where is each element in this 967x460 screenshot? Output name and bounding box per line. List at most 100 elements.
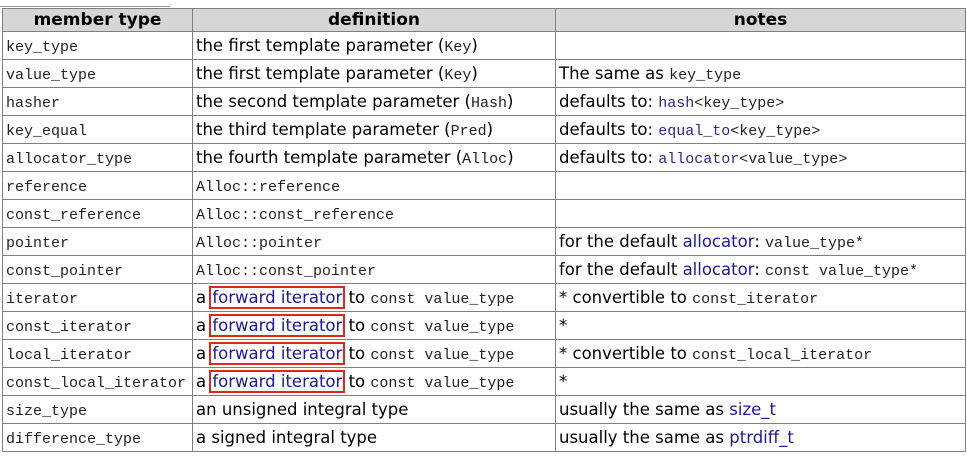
column-header-definition: definition	[192, 8, 556, 32]
cell-definition: Alloc::const_pointer	[192, 255, 556, 284]
member-type-name: size_type	[6, 402, 88, 420]
highlighted-link[interactable]: forward iterator	[209, 285, 346, 309]
cell-text: * convertible to	[559, 343, 693, 363]
cell-definition: the third template parameter (Pred)	[192, 115, 556, 144]
member-types-table: member type definition notes key_typethe…	[2, 8, 966, 452]
table-row: const_local_iterator a forward iterator t…	[2, 367, 966, 396]
table-row: size_type an unsigned integral type usuall…	[2, 395, 966, 424]
cell-text: )	[471, 35, 478, 55]
member-types-table-wrapper: member type definition notes key_typethe…	[2, 8, 966, 452]
cell-definition: Alloc::pointer	[192, 227, 556, 256]
code-text: Key	[444, 66, 472, 84]
member-type-name: const_pointer	[6, 262, 124, 280]
cell-notes: The same as key_type	[555, 59, 966, 88]
table-row: reference Alloc::reference	[2, 171, 966, 200]
doc-link[interactable]: allocator	[683, 232, 755, 251]
table-row: const_reference Alloc::const_reference	[2, 199, 966, 228]
cell-text: *	[559, 316, 568, 335]
cell-definition: a forward iterator to const value_type	[192, 367, 556, 396]
cell-definition: Alloc::reference	[192, 171, 556, 200]
member-type-name: difference_type	[6, 430, 142, 448]
cell-text: )	[471, 63, 478, 83]
member-type-name: hasher	[6, 94, 61, 112]
cell-text: to	[343, 371, 371, 391]
member-type-name: local_iterator	[6, 346, 133, 364]
member-type-name: value_type	[6, 66, 97, 84]
cell-text: a	[196, 287, 212, 307]
table-row: hasher the second template parameter (Has…	[2, 87, 966, 116]
cell-text: usually the same as	[559, 400, 730, 419]
member-type-name: pointer	[6, 234, 70, 252]
member-type-name: key_type	[6, 38, 79, 56]
cell-definition: a forward iterator to const value_type	[192, 339, 556, 368]
code-text: <key_type>	[730, 122, 821, 140]
table-row: key_equal the third template parameter (P…	[2, 115, 966, 144]
code-text: <value_type>	[739, 150, 848, 168]
highlighted-link[interactable]: forward iterator	[209, 341, 346, 365]
cell-text: a signed integral type	[196, 428, 378, 447]
code-text: const value_type	[370, 374, 515, 392]
code-text: Alloc::const_reference	[196, 206, 395, 224]
cell-member-type: const_local_iterator	[2, 367, 193, 396]
member-type-name: const_iterator	[6, 318, 133, 336]
cell-notes: *	[555, 311, 966, 340]
column-header-notes: notes	[555, 8, 966, 32]
doc-link[interactable]: ptrdiff_t	[729, 428, 794, 447]
cell-notes	[555, 171, 966, 200]
table-row: const_pointer Alloc::const_pointer for the…	[2, 255, 966, 284]
code-text: Key	[444, 38, 472, 56]
cell-text: the third template parameter (	[196, 119, 451, 139]
cell-notes: for the default allocator: const value_t…	[555, 255, 966, 284]
highlighted-link[interactable]: forward iterator	[209, 313, 346, 337]
cell-notes: *	[555, 367, 966, 396]
cell-notes: defaults to: equal_to<key_type>	[555, 115, 966, 144]
table-body: key_type the first template parameter (Ke…	[2, 31, 966, 452]
member-type-name: allocator_type	[6, 150, 133, 168]
cell-member-type: hasher	[2, 87, 193, 116]
doc-link[interactable]: equal_to	[658, 123, 730, 140]
code-text: key_type	[669, 66, 742, 84]
cell-definition: the second template parameter (Hash)	[192, 87, 556, 116]
cell-text: to	[343, 343, 371, 363]
cell-definition: a forward iterator to const value_type	[192, 311, 556, 340]
code-text: Alloc::pointer	[196, 234, 323, 252]
table-row: const_iterator a forward iterator to cons…	[2, 311, 966, 340]
doc-link[interactable]: allocator	[683, 260, 755, 279]
cell-text: to	[343, 315, 371, 335]
cell-member-type: reference	[2, 171, 193, 200]
cell-text: usually the same as	[559, 428, 730, 447]
code-text: const value_type*	[765, 262, 919, 280]
cell-text: an unsigned integral type	[196, 400, 409, 419]
highlighted-link[interactable]: forward iterator	[209, 369, 346, 393]
cell-notes: for the default allocator: value_type*	[555, 227, 966, 256]
code-text: value_type*	[765, 234, 865, 252]
cell-member-type: const_iterator	[2, 311, 193, 340]
code-text: Alloc::reference	[196, 178, 341, 196]
cell-member-type: difference_type	[2, 423, 193, 452]
cell-member-type: pointer	[2, 227, 193, 256]
cell-member-type: local_iterator	[2, 339, 193, 368]
cell-member-type: size_type	[2, 395, 193, 424]
doc-link[interactable]: size_t	[729, 400, 776, 419]
column-header-member-type: member type	[2, 8, 193, 32]
code-text: const value_type	[370, 318, 515, 336]
cell-text: the first template parameter (	[196, 63, 445, 83]
cell-text: defaults to:	[559, 119, 659, 139]
cell-text: * convertible to	[559, 287, 693, 307]
cell-text: )	[506, 91, 514, 111]
doc-link[interactable]: hash	[658, 95, 694, 112]
cell-text: :	[754, 259, 765, 279]
cell-text: a	[196, 343, 212, 363]
table-row: value_type the first template parameter (…	[2, 59, 966, 88]
doc-link[interactable]: allocator	[658, 151, 739, 168]
code-text: const value_type	[370, 290, 515, 308]
cell-member-type: key_type	[2, 31, 193, 60]
code-text: Pred	[450, 122, 487, 140]
cell-text: a	[196, 315, 212, 335]
cell-text: defaults to:	[559, 147, 659, 167]
table-row: allocator_type the fourth template parame…	[2, 143, 966, 172]
code-text: Alloc::const_pointer	[196, 262, 377, 280]
member-type-name: const_reference	[6, 206, 142, 224]
cell-definition: an unsigned integral type	[192, 395, 556, 424]
cell-text: the second template parameter (	[196, 91, 471, 111]
